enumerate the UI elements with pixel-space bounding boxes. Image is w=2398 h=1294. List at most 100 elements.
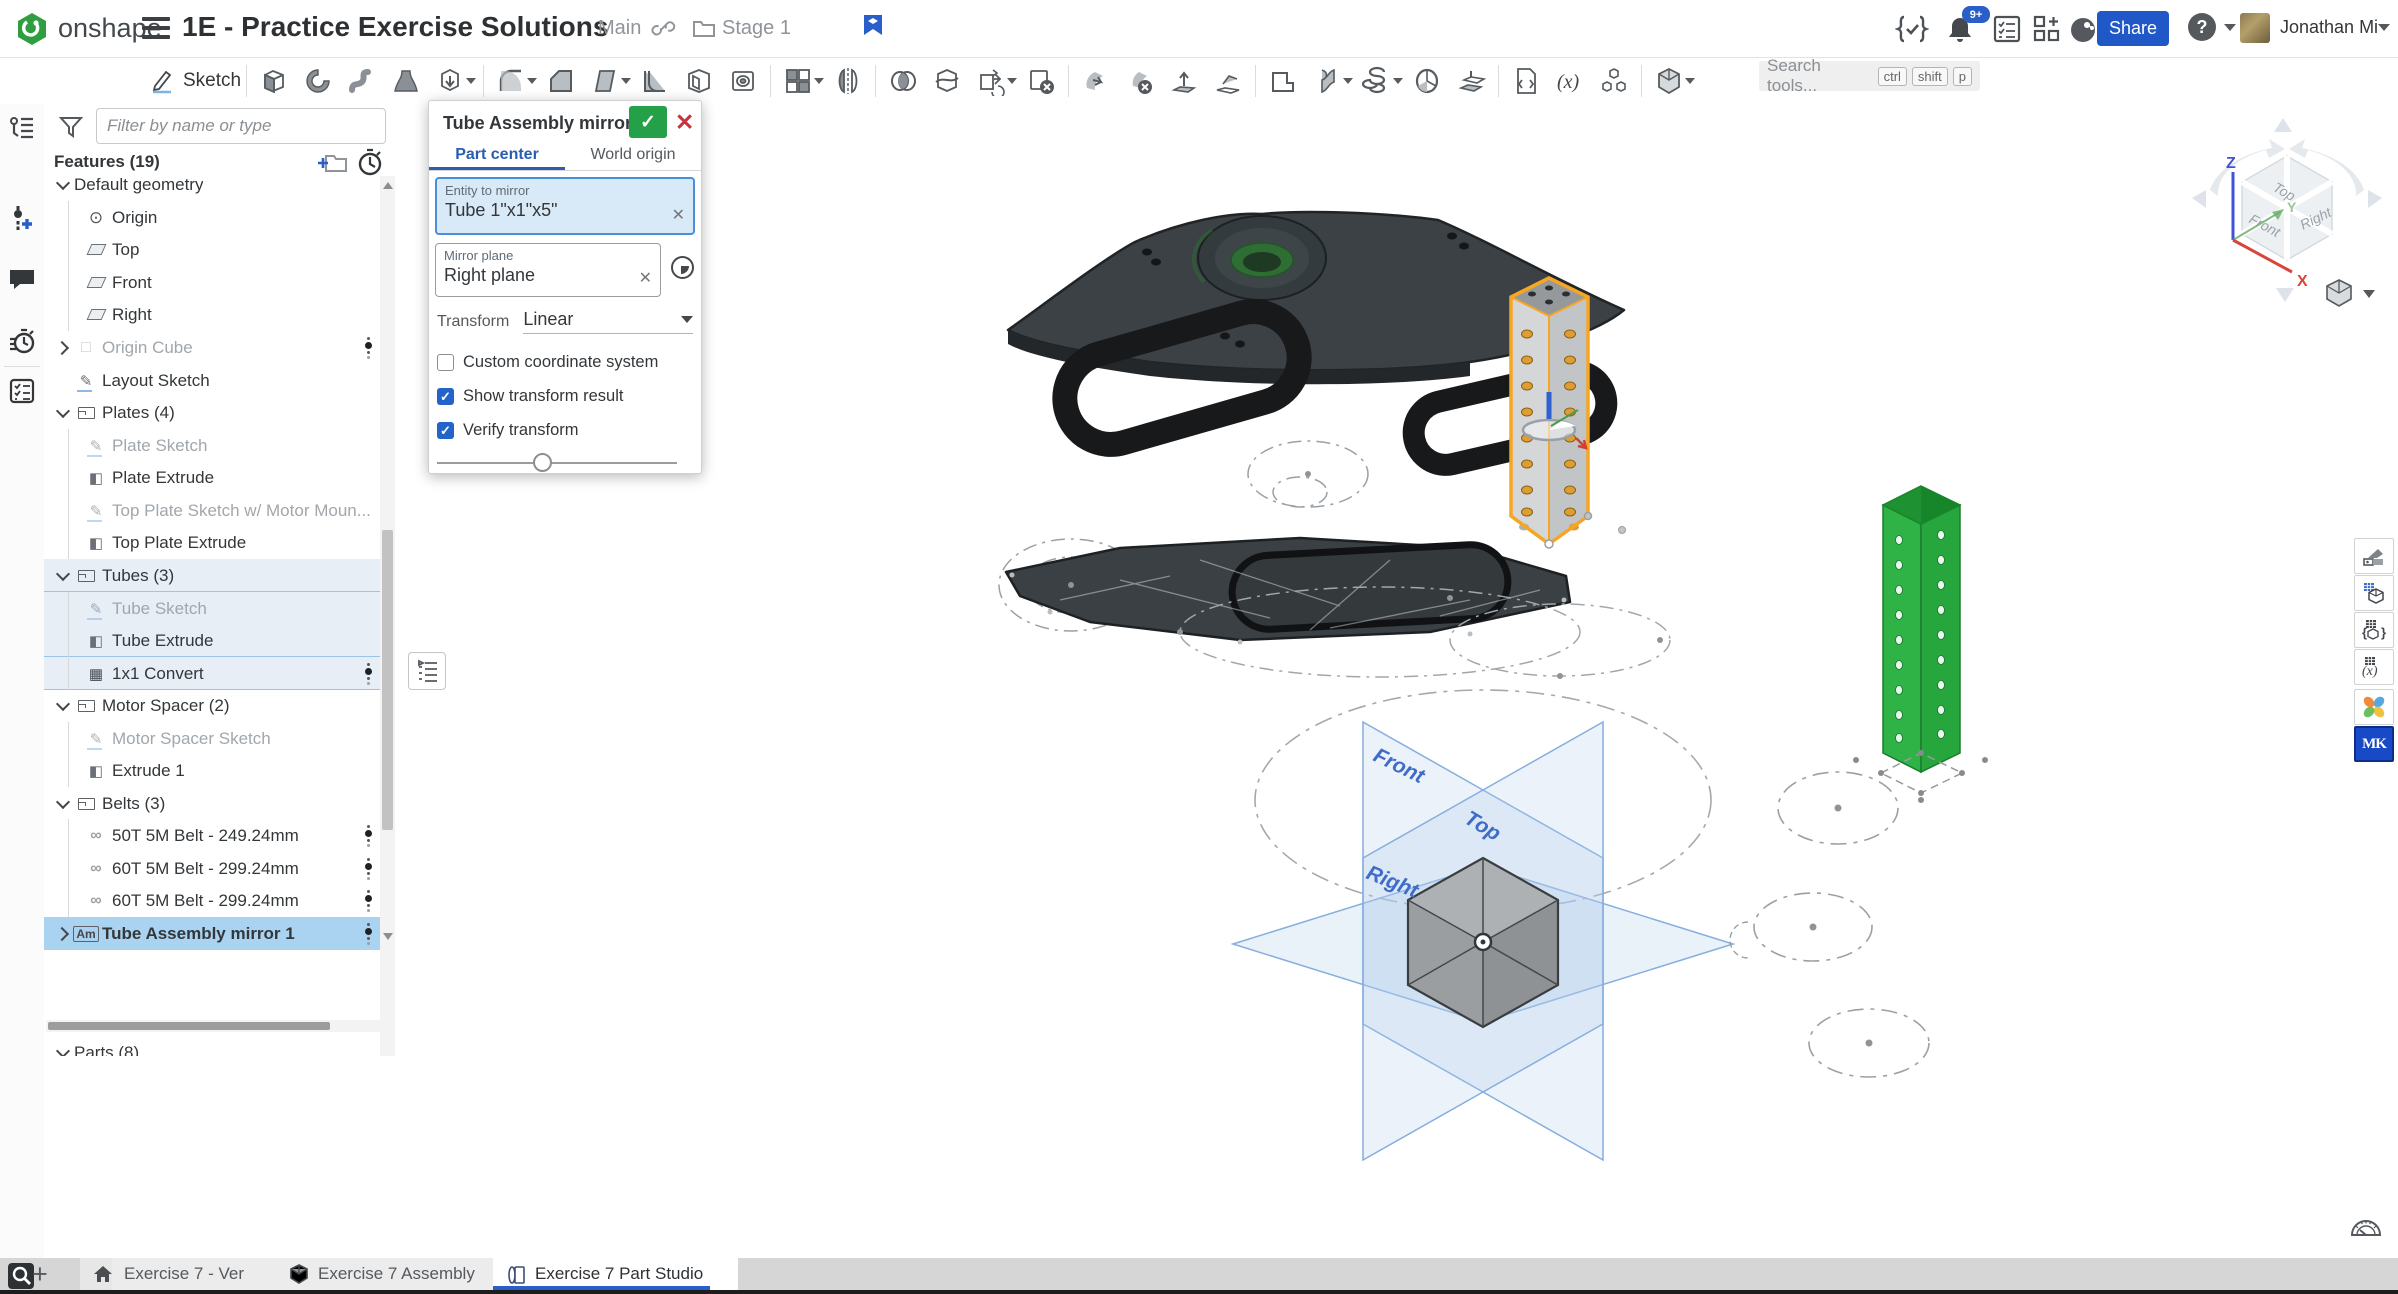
helix-dropdown-caret[interactable] [1393,78,1403,84]
split-tool-icon[interactable] [925,61,969,101]
share-button[interactable]: Share [2097,11,2169,46]
suppress-dots-icon[interactable] [365,858,372,880]
chamfer-tool-icon[interactable] [539,61,583,101]
view-cube[interactable]: Top Front Right Z Y X [2192,118,2382,302]
transform-select[interactable]: Linear [523,309,693,334]
tasks-checklist-icon[interactable] [1992,14,2022,44]
fill-surface-tool-icon[interactable] [1405,61,1449,101]
dialog-close-icon[interactable]: ✕ [675,109,694,136]
learning-flag-icon[interactable] [860,13,886,41]
scroll-down-arrow[interactable] [383,933,393,940]
clock-icon[interactable] [671,256,694,279]
onshape-logo-icon[interactable] [14,11,50,47]
tree-item-layout-sketch[interactable]: Layout Sketch [44,364,380,397]
parts-section-header[interactable]: Parts (8) [44,1036,380,1056]
chevron-down-icon[interactable] [52,181,74,188]
help-button[interactable]: ? [2188,13,2216,41]
part-table-icon[interactable] [2354,575,2394,611]
delete-part-tool-icon[interactable] [1019,61,1063,101]
learning-center-icon[interactable] [2068,14,2100,46]
hamburger-menu-icon[interactable] [142,17,170,39]
tree-item-right-plane[interactable]: Right [44,298,380,331]
custom-coordinate-checkbox[interactable]: Custom coordinate system [437,353,658,372]
tree-item-belts-folder[interactable]: Belts (3) [44,787,380,820]
plane-tool-icon[interactable] [1261,61,1305,101]
horizontal-scrollbar[interactable] [46,1020,380,1032]
tree-item-top-plate-sketch[interactable]: Top Plate Sketch w/ Motor Moun... [44,494,380,527]
tree-item-tubes-folder[interactable]: Tubes (3) [44,559,380,592]
pattern-dropdown-caret[interactable] [814,78,824,84]
fillet-dropdown-caret[interactable] [527,78,537,84]
bottom-plate-part[interactable] [1006,538,1570,645]
sketch-button[interactable]: Sketch [150,68,241,94]
tree-item-50t-belt[interactable]: 50T 5M Belt - 249.24mm [44,819,380,852]
slider-handle[interactable] [533,453,552,472]
shell-tool-icon[interactable] [677,61,721,101]
mkcad-app-icon[interactable]: MK [2354,726,2394,762]
filter-funnel-icon[interactable] [58,114,84,140]
loft-tool-icon[interactable] [384,61,428,101]
tree-item-motor-spacer-sketch[interactable]: Motor Spacer Sketch [44,722,380,755]
chevron-down-icon[interactable] [52,572,74,579]
measure-protractor-icon[interactable] [2348,1212,2384,1243]
tree-item-top-plane[interactable]: Top [44,233,380,266]
delete-face-tool-icon[interactable] [1118,61,1162,101]
checkbox-unchecked-icon[interactable] [437,354,454,371]
display-dropdown-caret[interactable] [1685,78,1695,84]
checkbox-checked-icon[interactable]: ✓ [437,388,454,405]
notes-checklist-icon[interactable] [7,376,37,406]
chevron-down-icon[interactable] [52,409,74,416]
filter-input[interactable] [96,108,386,144]
tree-item-60t-belt-1[interactable]: 60T 5M Belt - 299.24mm [44,852,380,885]
tree-item-1x1-convert[interactable]: 1x1 Convert [44,657,380,690]
dialog-accept-button[interactable]: ✓ [629,106,667,138]
workspace-name[interactable]: Stage 1 [722,17,791,40]
verify-transform-checkbox[interactable]: ✓ Verify transform [437,421,579,440]
suppress-dots-icon[interactable] [365,825,372,847]
variable-table-icon[interactable]: (x) [2354,649,2394,685]
search-tools-box[interactable]: Search tools... ctrl shift p [1759,61,1980,91]
help-dropdown-caret[interactable] [2224,24,2236,31]
suppress-dots-icon[interactable] [365,337,372,359]
instances-tool-icon[interactable] [1592,61,1636,101]
thicken-surface-tool-icon[interactable] [1449,61,1493,101]
tab-part-center[interactable]: Part center [429,143,565,170]
featurescript-icon[interactable] [1895,14,1929,44]
user-avatar[interactable] [2240,13,2270,43]
boolean-tool-icon[interactable] [881,61,925,101]
vertical-scrollbar[interactable] [380,176,395,1056]
tree-item-plate-sketch[interactable]: Plate Sketch [44,429,380,462]
entity-to-mirror-field[interactable]: Entity to mirror Tube 1"x1"x5" ✕ [435,177,695,235]
insert-rollback-icon[interactable] [7,204,37,234]
scrollbar-thumb[interactable] [382,530,393,830]
replace-face-tool-icon[interactable] [1162,61,1206,101]
clear-entity-icon[interactable]: ✕ [672,205,685,225]
tree-item-origin-cube[interactable]: Origin Cube [44,331,380,364]
show-transform-checkbox[interactable]: ✓ Show transform result [437,387,623,406]
history-stopwatch-icon[interactable] [7,326,37,356]
sweep-tool-icon[interactable] [340,61,384,101]
user-name[interactable]: Jonathan Mi [2280,17,2378,38]
tree-item-front-plane[interactable]: Front [44,266,380,299]
checkbox-checked-icon[interactable]: ✓ [437,422,454,439]
hole-tool-icon[interactable] [721,61,765,101]
add-tab-button[interactable]: + [32,1259,48,1290]
comment-icon[interactable] [7,264,37,294]
draft-dropdown-caret[interactable] [621,78,631,84]
suppress-dots-icon[interactable] [365,890,372,912]
tree-item-default-geometry[interactable]: Default geometry [44,176,380,201]
tree-item-60t-belt-2[interactable]: 60T 5M Belt - 299.24mm [44,884,380,917]
tree-item-extrude-1[interactable]: Extrude 1 [44,754,380,787]
version-link-icon[interactable] [650,17,676,41]
mirrored-tube-preview-part[interactable] [1883,486,1960,772]
rollback-stopwatch-icon[interactable] [356,148,384,176]
user-menu-caret[interactable] [2378,24,2390,31]
view-mode-button[interactable] [2327,280,2375,306]
app-pinwheel-icon[interactable] [2354,689,2394,725]
document-title[interactable]: 1E - Practice Exercise Solutions [182,11,608,43]
branch-name[interactable]: Main [598,17,641,40]
rib-tool-icon[interactable] [633,61,677,101]
extrude-tool-icon[interactable] [252,61,296,101]
tree-item-origin[interactable]: Origin [44,201,380,234]
modify-fillet-tool-icon[interactable] [1206,61,1250,101]
